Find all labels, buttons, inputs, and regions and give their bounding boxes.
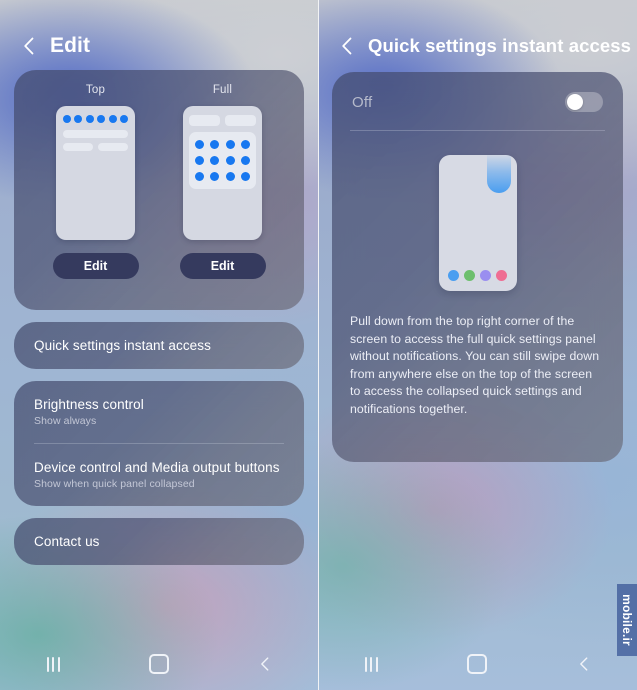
toggle-dot: [195, 156, 204, 165]
toggle-dot: [240, 156, 250, 165]
edit-top-button[interactable]: Edit: [52, 253, 139, 279]
back-icon[interactable]: [237, 646, 293, 682]
notification-bar: [63, 130, 128, 138]
notification-bar: [63, 143, 93, 151]
list-item-subtitle: Show always: [34, 415, 97, 427]
toggle-state-label: Off: [352, 93, 373, 111]
list-item-title: Contact us: [34, 534, 100, 549]
grid-row: [195, 172, 250, 181]
list-item-title: Brightness control: [34, 397, 144, 412]
status-bar: [189, 115, 220, 126]
phone-illustration: [438, 155, 517, 291]
toggle-dot: [225, 140, 235, 149]
panel-style-preview-card: Top Edit Full Edit: [14, 70, 304, 310]
page-title: Quick settings instant access: [368, 35, 632, 56]
list-item-subtitle: Show when quick panel collapsed: [34, 478, 195, 490]
notification-bar-pair: [63, 143, 128, 151]
quick-settings-instant-access-card: Quick settings instant access: [14, 322, 304, 369]
quick-toggle-grid: [189, 132, 256, 189]
preview-option-top[interactable]: Top Edit: [36, 84, 156, 279]
list-item-brightness-control[interactable]: Brightness control Show always: [14, 381, 304, 443]
toggle-dot: [74, 115, 83, 123]
toggle-knob: [567, 94, 583, 110]
app-dot-purple: [480, 270, 491, 281]
toggle-dot: [210, 140, 220, 149]
chevron-left-icon[interactable]: [336, 35, 358, 57]
preview-option-full[interactable]: Full Edit: [163, 84, 283, 279]
home-icon[interactable]: [131, 646, 187, 682]
left-header: Edit: [0, 0, 318, 62]
preview-label-full: Full: [212, 84, 233, 96]
notification-bar: [98, 143, 128, 151]
preview-label-top: Top: [85, 84, 106, 96]
preview-options-row: Top Edit Full Edit: [14, 84, 304, 279]
swipe-down-corner-indicator: [486, 155, 511, 193]
screen-separator: [318, 0, 319, 690]
recents-icon[interactable]: [343, 646, 399, 682]
toggle-dot: [225, 156, 235, 165]
grid-row: [195, 156, 250, 165]
contact-us-card: Contact us: [14, 518, 304, 565]
quick-toggle-dot-row: [63, 115, 128, 123]
page-title: Edit: [50, 34, 91, 57]
toggle-dot: [63, 115, 71, 123]
toggle-dot: [210, 172, 220, 181]
instant-access-toggle-row[interactable]: Off: [332, 72, 623, 130]
recents-icon[interactable]: [25, 646, 81, 682]
toggle-dot: [210, 156, 220, 165]
mini-phone-full-preview: [183, 106, 262, 240]
back-icon[interactable]: [556, 646, 612, 682]
right-navigation-bar: [318, 638, 637, 690]
status-bar: [225, 115, 256, 126]
instant-access-detail-card: Off Pull down from the top right corner …: [332, 72, 623, 462]
toggle-dot: [225, 172, 235, 181]
watermark-text: mobile.ir: [620, 594, 634, 646]
status-bar-pair: [189, 115, 256, 126]
toggle-dot: [195, 172, 204, 181]
site-watermark: mobile.ir: [617, 584, 637, 656]
toggle-dot: [119, 115, 128, 123]
app-dot-blue: [448, 270, 459, 281]
instant-access-toggle-switch[interactable]: [565, 92, 603, 112]
list-item-title: Quick settings instant access: [34, 338, 211, 353]
mini-phone-top-preview: [56, 106, 135, 240]
left-phone-screen: Edit Top Edit Full Edit Quick settings i…: [0, 0, 318, 690]
list-item-quick-settings-instant-access[interactable]: Quick settings instant access: [14, 322, 304, 369]
illustration-wrapper: [332, 131, 623, 313]
app-dot-green: [464, 270, 475, 281]
home-icon[interactable]: [449, 646, 505, 682]
left-navigation-bar: [0, 638, 318, 690]
toggle-dot: [85, 115, 94, 123]
display-options-card: Brightness control Show always Device co…: [14, 381, 304, 506]
toggle-dot: [195, 140, 204, 149]
dual-screenshot-container: Edit Top Edit Full Edit Quick settings i…: [0, 0, 637, 690]
app-dots-row: [439, 270, 517, 281]
grid-row: [195, 140, 250, 149]
app-dot-pink: [496, 270, 507, 281]
toggle-dot: [240, 140, 250, 149]
list-item-device-control-media-output[interactable]: Device control and Media output buttons …: [14, 444, 304, 506]
right-phone-screen: Quick settings instant access Off Pull d…: [318, 0, 637, 690]
feature-description-text: Pull down from the top right corner of t…: [350, 314, 600, 416]
chevron-left-icon[interactable]: [18, 35, 40, 57]
toggle-dot: [97, 115, 106, 123]
toggle-dot: [108, 115, 117, 123]
right-header: Quick settings instant access: [318, 0, 637, 62]
edit-full-button[interactable]: Edit: [179, 253, 266, 279]
toggle-dot: [240, 172, 250, 181]
list-item-title: Device control and Media output buttons: [34, 460, 280, 475]
list-item-contact-us[interactable]: Contact us: [14, 518, 304, 565]
